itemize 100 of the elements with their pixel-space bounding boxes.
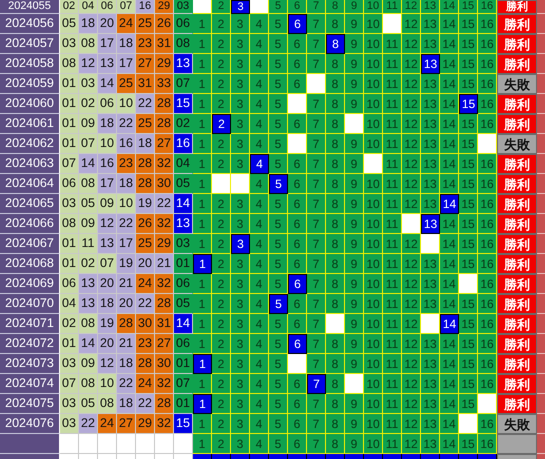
grid-cell: 1 — [193, 414, 212, 434]
number-cell: 19 — [98, 314, 117, 334]
grid-cell: 9 — [345, 334, 364, 354]
number-cell: 08 — [79, 374, 98, 394]
number-cell: 06 — [60, 274, 79, 294]
grid-cell: 15 — [459, 254, 478, 274]
grid-cell: 13 — [421, 414, 440, 434]
period-cell: 2024074 — [0, 374, 60, 394]
grid-cell: 2 — [212, 74, 231, 94]
grid-cell: 16 — [478, 94, 497, 114]
grid-cell: 11 — [383, 94, 402, 114]
result-badge: 勝利 — [497, 154, 537, 174]
grid-cell: 2 — [212, 434, 231, 454]
grid-cell: 7 — [307, 194, 326, 214]
grid-cell: 4 — [250, 394, 269, 414]
bonus-number-cell: 08 — [174, 34, 193, 54]
grid-cell: 10 — [364, 334, 383, 354]
period-cell: 2024069 — [0, 274, 60, 294]
grid-cell: 1 — [193, 114, 212, 134]
number-cell: 03 — [60, 354, 79, 374]
grid-cell: 11 — [383, 414, 402, 434]
result-badge: 勝利 — [497, 14, 537, 34]
grid-cell: 5 — [269, 274, 288, 294]
grid-cell: 1 — [193, 34, 212, 54]
number-cell: 20 — [136, 254, 155, 274]
result-badge: 失敗 — [497, 134, 537, 154]
grid-cell: 8 — [326, 214, 345, 234]
grid-cell: 13 — [421, 214, 440, 234]
grid-cell: 7 — [307, 394, 326, 414]
grid-cell: 16 — [478, 54, 497, 74]
grid-cell: 7 — [307, 414, 326, 434]
grid-cell: 16 — [478, 414, 497, 434]
grid-cell: 1 — [193, 314, 212, 334]
grid-cell: 14 — [440, 434, 459, 454]
grid-cell: 7 — [307, 334, 326, 354]
grid-cell: 12 — [402, 354, 421, 374]
grid-cell: 10 — [364, 0, 383, 14]
number-cell: 21 — [117, 334, 136, 354]
grid-cell: 4 — [250, 14, 269, 34]
grid-cell: 8 — [326, 334, 345, 354]
bonus-number-cell: 06 — [174, 14, 193, 34]
grid-cell: 11 — [383, 294, 402, 314]
bonus-number-cell: 13 — [174, 54, 193, 74]
bonus-number-cell: 15 — [174, 414, 193, 434]
number-cell: 20 — [98, 274, 117, 294]
grid-cell: 12 — [402, 94, 421, 114]
grid-cell: 5 — [269, 234, 288, 254]
bonus-number-cell: 05 — [174, 174, 193, 194]
grid-cell: 5 — [269, 54, 288, 74]
grid-cell: 16 — [478, 434, 497, 454]
grid-cell: 8 — [326, 154, 345, 174]
number-cell: 29 — [136, 414, 155, 434]
number-cell: 13 — [79, 274, 98, 294]
bonus-number-cell: 03 — [174, 0, 193, 14]
grid-cell: 1 — [193, 74, 212, 94]
number-cell: 31 — [155, 34, 174, 54]
grid-cell: 6 — [288, 394, 307, 414]
grid-cell: 2 — [212, 234, 231, 254]
result-badge: 勝利 — [497, 94, 537, 114]
grid-cell: 5 — [269, 394, 288, 414]
grid-cell: 2 — [212, 34, 231, 54]
grid-cell: 9 — [345, 174, 364, 194]
number-cell: 01 — [60, 94, 79, 114]
number-cell: 14 — [98, 74, 117, 94]
grid-cell: 10 — [364, 54, 383, 74]
grid-cell: 15 — [459, 334, 478, 354]
period-cell: 2024071 — [0, 314, 60, 334]
number-cell: 24 — [98, 414, 117, 434]
period-cell: 2024061 — [0, 114, 60, 134]
grid-cell: 14 — [440, 394, 459, 414]
grid-cell: 10 — [364, 314, 383, 334]
period-cell: 2024075 — [0, 394, 60, 414]
period-cell: 2024059 — [0, 74, 60, 94]
grid-cell: 1 — [193, 374, 212, 394]
grid-cell: 11 — [383, 274, 402, 294]
grid-cell: 13 — [421, 334, 440, 354]
number-cell: 09 — [79, 354, 98, 374]
grid-cell: 3 — [231, 154, 250, 174]
grid-cell: 14 — [440, 54, 459, 74]
number-cell: 18 — [98, 114, 117, 134]
grid-cell: 13 — [421, 254, 440, 274]
result-badge: 勝利 — [497, 234, 537, 254]
grid-cell: 16 — [478, 114, 497, 134]
grid-cell: 14 — [440, 234, 459, 254]
grid-cell: 7 — [307, 294, 326, 314]
number-cell: 23 — [136, 334, 155, 354]
grid-cell: 2 — [212, 134, 231, 154]
number-cell: 27 — [117, 414, 136, 434]
grid-cell: 13 — [421, 154, 440, 174]
grid-cell: 9 — [345, 274, 364, 294]
result-badge: 勝利 — [497, 34, 537, 54]
grid-cell: 10 — [364, 274, 383, 294]
number-cell: 16 — [98, 154, 117, 174]
period-cell: 2024068 — [0, 254, 60, 274]
number-cell: 29 — [155, 234, 174, 254]
number-cell: 09 — [79, 214, 98, 234]
grid-cell: 7 — [307, 174, 326, 194]
grid-cell: 16 — [478, 14, 497, 34]
grid-cell: 5 — [269, 74, 288, 94]
grid-cell: 8 — [326, 354, 345, 374]
